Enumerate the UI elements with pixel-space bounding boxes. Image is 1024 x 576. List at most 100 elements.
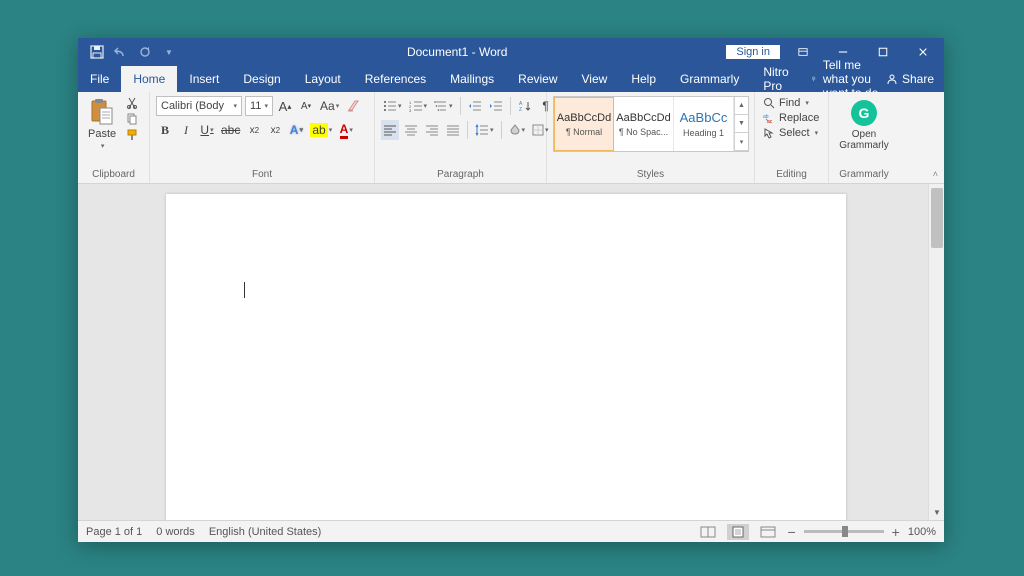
font-name-combo[interactable]: Calibri (Body▾ (156, 96, 242, 116)
underline-button[interactable]: U▾ (198, 120, 216, 140)
superscript-button[interactable]: x2 (266, 120, 284, 140)
scroll-thumb[interactable] (931, 188, 943, 248)
copy-icon[interactable] (124, 112, 140, 126)
group-styles: AaBbCcDd ¶ Normal AaBbCcDd ¶ No Spac... … (547, 92, 755, 183)
scroll-down-icon[interactable]: ▼ (929, 504, 944, 520)
group-grammarly: G OpenGrammarly Grammarly (829, 92, 899, 183)
tab-references[interactable]: References (353, 66, 438, 92)
style-no-spacing[interactable]: AaBbCcDd ¶ No Spac... (614, 97, 674, 151)
tab-mailings[interactable]: Mailings (438, 66, 506, 92)
tab-home[interactable]: Home (121, 66, 177, 92)
open-grammarly-button[interactable]: G OpenGrammarly (837, 96, 890, 151)
tab-review[interactable]: Review (506, 66, 569, 92)
svg-text:3: 3 (409, 108, 412, 112)
zoom-slider[interactable] (804, 530, 884, 533)
numbering-button[interactable]: 123▾ (407, 96, 430, 116)
status-page[interactable]: Page 1 of 1 (86, 526, 142, 538)
save-icon[interactable] (90, 45, 104, 59)
align-center-icon[interactable] (402, 120, 420, 140)
ribbon-tabs: File Home Insert Design Layout Reference… (78, 66, 944, 92)
font-group-label: Font (156, 167, 368, 183)
read-mode-icon[interactable] (697, 524, 719, 540)
svg-text:ac: ac (767, 119, 773, 124)
tab-insert[interactable]: Insert (177, 66, 231, 92)
font-size-combo[interactable]: 11▾ (245, 96, 273, 116)
strikethrough-button[interactable]: abc (219, 120, 242, 140)
style-heading1[interactable]: AaBbCc Heading 1 (674, 97, 734, 151)
gallery-scroll: ▲ ▼ ▾ (734, 97, 748, 151)
grammarly-icon: G (851, 100, 877, 126)
clear-formatting-icon[interactable] (344, 96, 362, 116)
document-page[interactable]: KuyhAa-me (166, 194, 846, 520)
cut-icon[interactable] (124, 96, 140, 110)
align-left-icon[interactable] (381, 120, 399, 140)
text-effects-button[interactable]: A▾ (287, 120, 305, 140)
window-title: Document1 - Word (188, 45, 726, 59)
replace-button[interactable]: abac Replace (761, 111, 821, 125)
zoom-in-icon[interactable]: + (892, 524, 900, 540)
gallery-down-icon[interactable]: ▼ (735, 115, 748, 133)
tab-grammarly[interactable]: Grammarly (668, 66, 751, 92)
watermark-text: KuyhAa-me (264, 515, 408, 520)
zoom-level[interactable]: 100% (908, 526, 936, 538)
share-button[interactable]: Share (886, 72, 934, 86)
svg-text:Z: Z (519, 107, 522, 112)
paste-dropdown-icon: ▾ (101, 142, 105, 150)
zoom-slider-thumb[interactable] (842, 526, 848, 537)
group-font: Calibri (Body▾ 11▾ A▴ A▾ Aa▾ B I U▾ abc … (150, 92, 375, 183)
signin-button[interactable]: Sign in (726, 45, 780, 59)
gallery-more-icon[interactable]: ▾ (735, 133, 748, 151)
web-layout-icon[interactable] (757, 524, 779, 540)
bullets-button[interactable]: ▾ (381, 96, 404, 116)
grammarly-label: OpenGrammarly (839, 129, 888, 151)
subscript-button[interactable]: x2 (245, 120, 263, 140)
line-spacing-button[interactable]: ▾ (473, 120, 496, 140)
editing-group-label: Editing (761, 167, 822, 183)
bold-button[interactable]: B (156, 120, 174, 140)
font-color-button[interactable]: A▾ (337, 120, 355, 140)
increase-font-icon[interactable]: A▴ (276, 96, 294, 116)
multilevel-list-button[interactable]: ▾ (432, 96, 455, 116)
tab-view[interactable]: View (570, 66, 620, 92)
find-button[interactable]: Find▾ (761, 96, 821, 110)
status-words[interactable]: 0 words (156, 526, 195, 538)
clipboard-group-label: Clipboard (84, 167, 143, 183)
tab-help[interactable]: Help (619, 66, 668, 92)
highlight-button[interactable]: ab▾ (308, 120, 334, 140)
print-layout-icon[interactable] (727, 524, 749, 540)
decrease-font-icon[interactable]: A▾ (297, 96, 315, 116)
style-normal[interactable]: AaBbCcDd ¶ Normal (554, 97, 614, 151)
close-button[interactable] (906, 38, 940, 66)
undo-icon[interactable] (114, 45, 128, 59)
tab-design[interactable]: Design (231, 66, 292, 92)
decrease-indent-icon[interactable] (466, 96, 484, 116)
change-case-button[interactable]: Aa▾ (318, 96, 341, 116)
shading-button[interactable]: ▾ (507, 120, 528, 140)
paste-button[interactable]: Paste ▾ (84, 96, 120, 152)
sort-icon[interactable]: AZ (516, 96, 534, 116)
italic-button[interactable]: I (177, 120, 195, 140)
zoom-out-icon[interactable]: − (787, 524, 795, 540)
tab-layout[interactable]: Layout (293, 66, 353, 92)
ribbon: Paste ▾ Clipboard Calibri (Body▾ 11▾ A▴ … (78, 92, 944, 184)
vertical-scrollbar[interactable]: ▲ ▼ (928, 184, 944, 520)
gallery-up-icon[interactable]: ▲ (735, 97, 748, 115)
align-right-icon[interactable] (423, 120, 441, 140)
redo-icon[interactable] (138, 45, 152, 59)
grammarly-group-label: Grammarly (835, 167, 893, 183)
tab-nitro[interactable]: Nitro Pro (751, 66, 801, 92)
increase-indent-icon[interactable] (487, 96, 505, 116)
qat-customize-icon[interactable]: ▼ (162, 45, 176, 59)
align-justify-icon[interactable] (444, 120, 462, 140)
word-window: ▼ Document1 - Word Sign in File Home Ins… (78, 38, 944, 542)
tab-file[interactable]: File (78, 66, 121, 92)
style-gallery[interactable]: AaBbCcDd ¶ Normal AaBbCcDd ¶ No Spac... … (553, 96, 749, 152)
share-label: Share (902, 72, 934, 86)
collapse-ribbon-icon[interactable]: ˄ (933, 169, 938, 179)
select-button[interactable]: Select▾ (761, 126, 821, 140)
status-language[interactable]: English (United States) (209, 526, 322, 538)
format-painter-icon[interactable] (124, 128, 140, 142)
tabs-right: Tell me what you want to do Share (801, 66, 944, 92)
group-clipboard: Paste ▾ Clipboard (78, 92, 150, 183)
document-area: KuyhAa-me ▲ ▼ (78, 184, 944, 520)
